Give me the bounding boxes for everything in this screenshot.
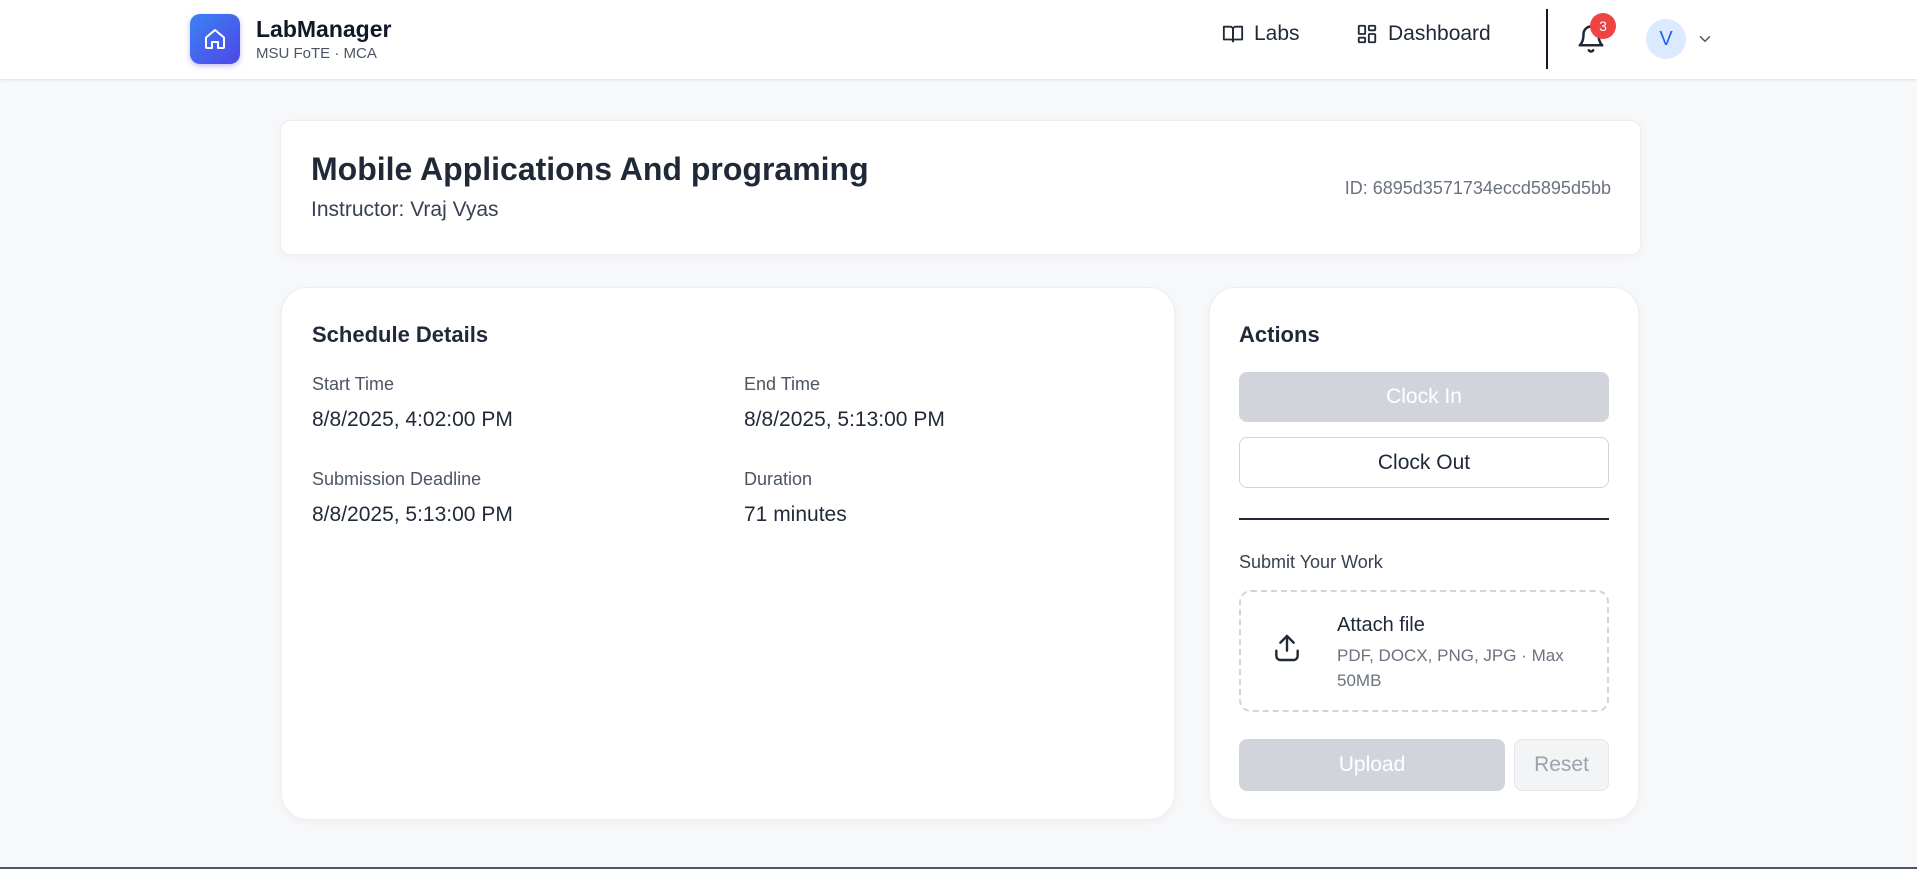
- schedule-title: Schedule Details: [312, 322, 489, 347]
- home-icon: [190, 14, 240, 64]
- reset-button[interactable]: Reset: [1514, 739, 1609, 791]
- duration-value: 71 minutes: [744, 503, 847, 526]
- course-header-card: Mobile Applications And programing Instr…: [280, 120, 1641, 255]
- submit-work-label: Submit Your Work: [1239, 552, 1383, 572]
- duration-label: Duration: [744, 469, 813, 489]
- schedule-card: Schedule Details Start Time 8/8/2025, 4:…: [281, 287, 1175, 820]
- upload-icon: [1275, 634, 1299, 662]
- instructor-text: Instructor: Vraj Vyas: [311, 198, 499, 221]
- attach-file-title: Attach file: [1337, 614, 1425, 636]
- start-time-value: 8/8/2025, 4:02:00 PM: [312, 408, 513, 431]
- book-open-icon: [1222, 25, 1244, 43]
- nav-labs[interactable]: Labs: [1222, 22, 1300, 46]
- clock-out-button[interactable]: Clock Out: [1239, 437, 1609, 488]
- chevron-down-icon[interactable]: [1696, 30, 1714, 48]
- nav-labs-label: Labs: [1254, 22, 1300, 45]
- notification-badge: 3: [1590, 13, 1616, 39]
- upload-button[interactable]: Upload: [1239, 739, 1505, 791]
- deadline-label: Submission Deadline: [312, 469, 482, 489]
- actions-divider: [1239, 518, 1609, 520]
- grid-icon: [1357, 24, 1377, 44]
- file-dropzone[interactable]: Attach file PDF, DOCX, PNG, JPG · Max 50…: [1239, 590, 1609, 712]
- top-navbar: LabManager MSU FoTE · MCA Labs Dashboard…: [0, 0, 1917, 80]
- brand[interactable]: LabManager MSU FoTE · MCA: [190, 14, 391, 64]
- nav-dashboard[interactable]: Dashboard: [1356, 22, 1491, 46]
- avatar[interactable]: V: [1646, 19, 1686, 59]
- start-time-label: Start Time: [312, 374, 395, 394]
- deadline-value: 8/8/2025, 5:13:00 PM: [312, 503, 513, 526]
- nav-dashboard-label: Dashboard: [1388, 22, 1491, 45]
- actions-title: Actions: [1239, 322, 1320, 347]
- navbar-divider: [1546, 9, 1548, 69]
- clock-in-button[interactable]: Clock In: [1239, 372, 1609, 422]
- course-id: ID: 6895d3571734eccd5895d5bb: [1344, 178, 1611, 198]
- brand-subtitle: MSU FoTE · MCA: [256, 45, 377, 62]
- end-time-label: End Time: [744, 374, 821, 394]
- actions-card: Actions Clock In Clock Out Submit Your W…: [1209, 287, 1639, 820]
- end-time-value: 8/8/2025, 5:13:00 PM: [744, 408, 945, 431]
- attach-file-hint: PDF, DOCX, PNG, JPG · Max 50MB: [1337, 646, 1564, 690]
- brand-title: LabManager: [256, 16, 392, 42]
- page-title: Mobile Applications And programing: [311, 151, 869, 187]
